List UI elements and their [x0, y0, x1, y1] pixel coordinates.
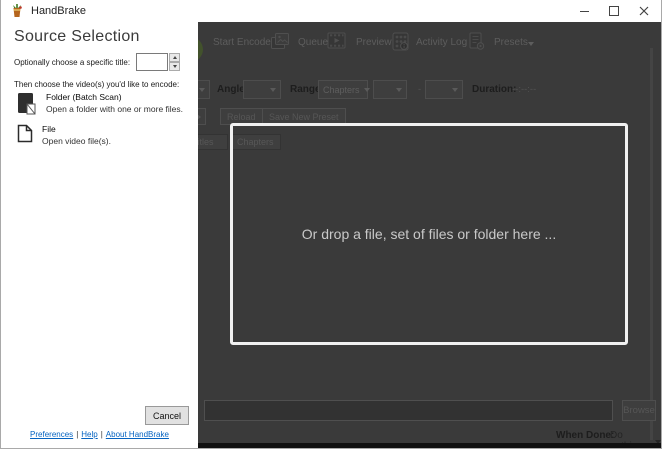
spinner-up-button[interactable]	[169, 53, 180, 62]
range-from-select[interactable]	[373, 80, 407, 99]
toolbar-activity-log[interactable]: Activity Log	[416, 37, 467, 48]
arrow-right-icon	[198, 113, 201, 120]
file-option-name: File	[42, 124, 56, 134]
preferences-link[interactable]: Preferences	[30, 430, 73, 439]
arrow-up-icon	[172, 56, 177, 59]
title-select[interactable]	[198, 80, 210, 99]
handbrake-window: HandBrake Start Encode Queue Preview Act…	[0, 0, 662, 449]
toolbar-start-encode[interactable]: Start Encode	[213, 37, 271, 48]
help-link[interactable]: Help	[81, 430, 97, 439]
source-option-file[interactable]: File Open video file(s).	[17, 124, 111, 146]
angle-select[interactable]	[243, 80, 281, 99]
queue-icon[interactable]	[270, 32, 291, 51]
source-selection-panel: Source Selection Optionally choose a spe…	[1, 22, 198, 448]
close-button[interactable]	[629, 0, 659, 22]
folder-option-name: Folder (Batch Scan)	[46, 92, 122, 102]
file-icon	[17, 124, 33, 143]
specific-title-input[interactable]	[136, 53, 168, 71]
file-option-desc: Open video file(s).	[42, 136, 111, 146]
range-type-select[interactable]: Chapters	[318, 80, 370, 99]
source-option-folder[interactable]: Folder (Batch Scan) Open a folder with o…	[17, 92, 183, 115]
link-separator: |	[76, 430, 79, 439]
spinner-down-button[interactable]	[169, 62, 180, 71]
title-spinner	[169, 53, 180, 71]
maximize-button[interactable]	[599, 0, 629, 22]
encode-prompt: Then choose the video(s) you'd like to e…	[14, 80, 180, 89]
title-prompt: Optionally choose a specific title:	[14, 58, 131, 67]
bottom-border-strip	[198, 443, 661, 448]
dropzone-message: Or drop a file, set of files or folder h…	[301, 226, 557, 242]
folder-icon	[18, 93, 36, 115]
browse-button[interactable]: Browse	[622, 400, 656, 421]
toolbar-preview[interactable]: Preview	[356, 37, 392, 48]
footer-links: Preferences | Help | About HandBrake	[1, 430, 198, 439]
tab-subtitles[interactable]: titles	[198, 134, 228, 150]
destination-path-input[interactable]	[204, 400, 613, 421]
range-separator: -	[418, 84, 422, 95]
toolbar-queue[interactable]: Queue	[298, 37, 328, 48]
folder-option-desc: Open a folder with one or more files.	[46, 104, 184, 114]
preview-icon[interactable]	[327, 32, 346, 49]
range-to-select[interactable]	[425, 80, 463, 99]
minimize-button[interactable]	[569, 0, 599, 22]
scrollbar[interactable]	[650, 48, 653, 440]
window-controls	[569, 0, 659, 22]
preset-arrow-button[interactable]	[198, 108, 206, 125]
main-window-dimmed: Start Encode Queue Preview Activity Log	[198, 22, 661, 448]
close-icon	[639, 6, 649, 16]
cancel-button[interactable]: Cancel	[145, 406, 189, 425]
maximize-icon	[609, 6, 619, 16]
presets-dropdown-icon[interactable]	[528, 42, 534, 46]
toolbar-presets[interactable]: Presets	[494, 37, 528, 48]
minimize-icon	[579, 10, 589, 12]
duration-value: --:--:--	[512, 84, 537, 95]
duration-label: Duration:	[472, 84, 517, 95]
start-encode-icon	[198, 37, 203, 62]
titlebar: HandBrake	[1, 0, 661, 22]
link-separator-2: |	[100, 430, 103, 439]
presets-icon[interactable]	[468, 32, 485, 51]
about-link[interactable]: About HandBrake	[106, 430, 169, 439]
activity-log-icon[interactable]	[392, 32, 410, 51]
handbrake-logo-icon	[13, 4, 22, 17]
when-done-label: When Done:	[556, 430, 615, 441]
file-dropzone[interactable]: Or drop a file, set of files or folder h…	[230, 123, 628, 345]
window-title: HandBrake	[31, 5, 87, 17]
arrow-down-icon	[172, 65, 177, 68]
panel-heading: Source Selection	[14, 28, 140, 45]
